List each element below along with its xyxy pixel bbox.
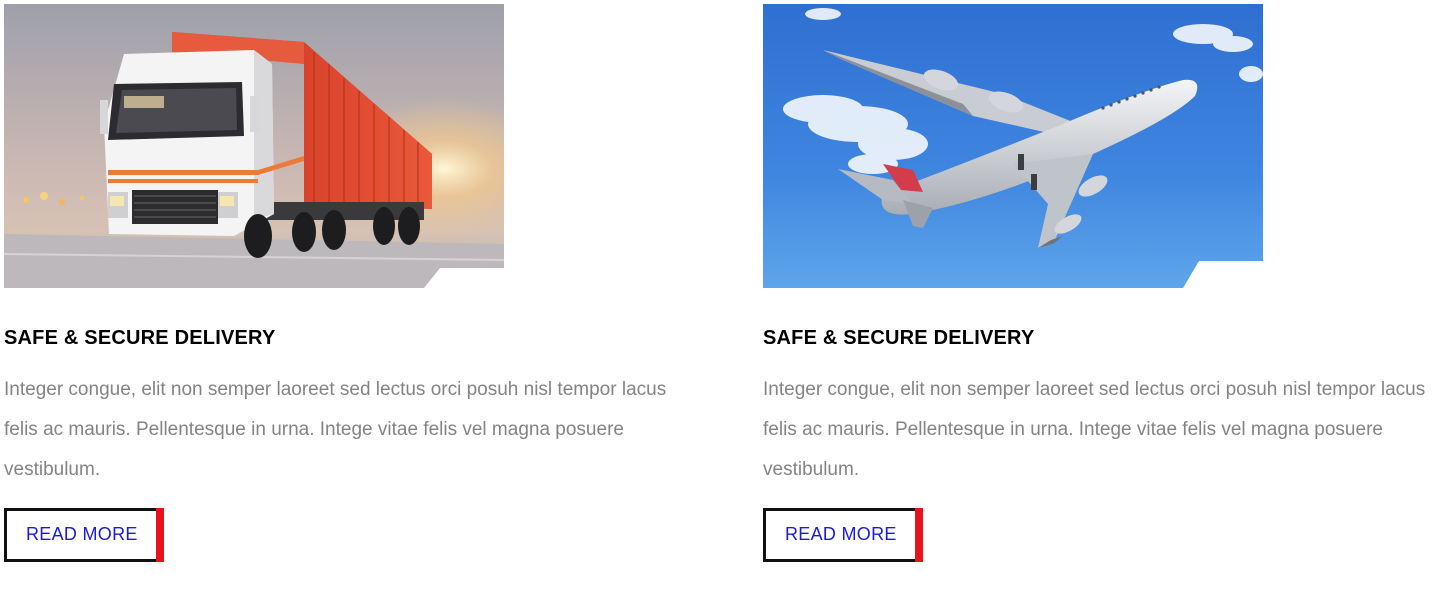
button-accent-bar bbox=[915, 508, 923, 562]
card-description: Integer congue, elit non semper laoreet … bbox=[763, 379, 1426, 480]
service-card-truck: SAFE & SECURE DELIVERY Integer congue, e… bbox=[4, 0, 684, 567]
airplane-photo-icon bbox=[763, 4, 1263, 288]
truck-image[interactable] bbox=[4, 4, 504, 288]
card-title: SAFE & SECURE DELIVERY bbox=[4, 327, 276, 349]
card-description: Integer congue, elit non semper laoreet … bbox=[4, 379, 667, 480]
service-cards: SAFE & SECURE DELIVERY Integer congue, e… bbox=[0, 0, 1444, 606]
card-title: SAFE & SECURE DELIVERY bbox=[763, 327, 1035, 349]
truck-photo-icon bbox=[4, 4, 504, 288]
read-more-button[interactable]: READ MORE bbox=[4, 508, 164, 562]
read-more-label: READ MORE bbox=[785, 524, 897, 544]
service-card-airplane: SAFE & SECURE DELIVERY Integer congue, e… bbox=[763, 0, 1443, 567]
airplane-image[interactable] bbox=[763, 4, 1263, 288]
read-more-label: READ MORE bbox=[26, 524, 138, 544]
read-more-button[interactable]: READ MORE bbox=[763, 508, 923, 562]
button-accent-bar bbox=[156, 508, 164, 562]
